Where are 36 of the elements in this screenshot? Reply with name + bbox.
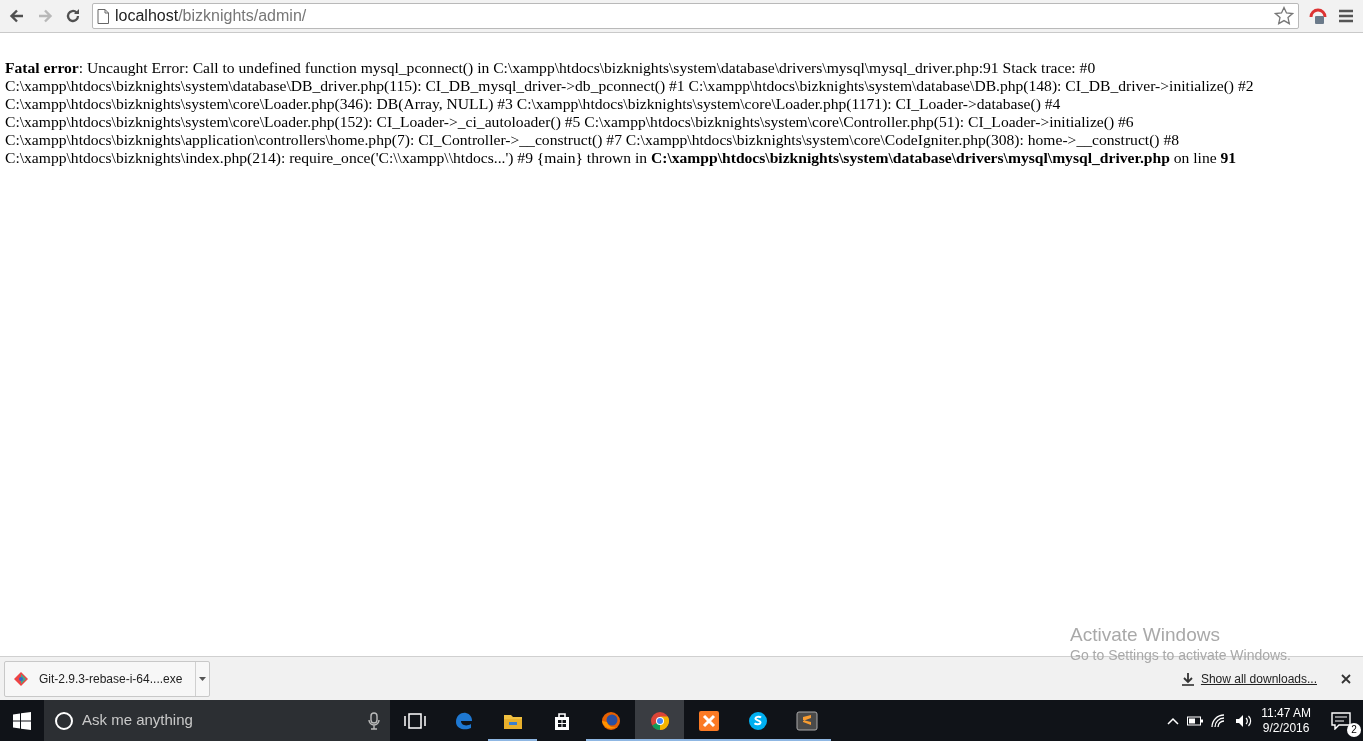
activation-title: Activate Windows [1070,624,1221,646]
forward-arrow-icon [36,7,54,25]
task-view-icon [403,712,426,729]
windows-logo-icon [13,711,31,730]
close-icon [1341,673,1351,684]
search-field[interactable]: Ask me anything [44,700,390,741]
notification-count: 2 [1347,723,1361,737]
message-icon [1331,711,1351,730]
skype-icon [746,709,769,732]
firefox-icon [599,709,622,732]
download-icon [1180,671,1195,686]
battery-icon[interactable] [1187,715,1204,726]
cortana-icon [54,710,74,731]
address-bar[interactable]: localhost/bizknights/admin/ [92,3,1299,29]
download-item[interactable]: Git-2.9.3-rebase-i-64....exe [4,660,210,697]
show-all-downloads-link[interactable]: Show all downloads... [1200,669,1317,688]
reload-icon [64,7,82,25]
star-icon[interactable] [1274,6,1294,26]
sublime-icon [795,709,818,732]
microphone-icon[interactable] [368,711,380,730]
chevron-up-icon[interactable] [1167,716,1180,725]
xampp-icon [697,709,720,732]
activation-subtitle: Go to Settings to activate Windows. [1070,646,1291,664]
clock[interactable]: 11:47 AM 9/2/2016 [1261,705,1311,736]
chrome-icon [648,709,671,732]
extension-icon [1308,6,1328,26]
download-filename: Git-2.9.3-rebase-i-64....exe [39,670,183,688]
menu-icon [1338,9,1354,23]
volume-icon[interactable] [1235,713,1254,728]
notifications-button[interactable]: 2 [1319,700,1363,741]
error-message: Fatal error: Uncaught Error: Call to undefined function mysql_pconnect() in C:\xampp\htdocs\bizknights\system\database\drivers\mysql\mysql_driver.php:91 Stack trace: #0 C:\xampp\htdocs\bizknights\system\database\DB_driver.php(115): CI_DB_mysql_driver->db_pconnect() #1 C:\xampp\htdocs\bizknights\system\database\DB.php(148): CI_DB_driver->initialize() #2 C:\xampp\htdocs\bizknights\system\core\Loader.php(346): DB(Array, NULL) #3 C:\xampp\htdocs\bizknights\system\core\Loader.php(1171): CI_Loader->database() #4 C:\xampp\htdocs\bizknights\system\core\Loader.php(152): CI_Loader->_ci_autoloader() #5 C:\xampp\htdocs\bizknights\system\core\Controller.php(51): CI_Loader->initialize() #6 C:\xampp\htdocs\bizknights\application\controllers\home.php(7): CI_Controller->__construct() #7 C:\xampp\htdocs\bizknights\system\core\CodeIgniter.php(308): home->__construct() #8 C:\xampp\htdocs\bizknights\index.php(214): require_once('C:\\xampp\\htdocs...') #9 {main} thrown in C:\xampp\htdocs\bizknights\system\database\drivers\mysql\mysql_driver.php on line 91 [5,59,1255,167]
file-icon [13,670,29,687]
page-icon [97,8,109,24]
back-arrow-icon [8,7,26,25]
caret-icon[interactable] [199,676,206,681]
taskbar-app-button[interactable] [635,700,684,741]
